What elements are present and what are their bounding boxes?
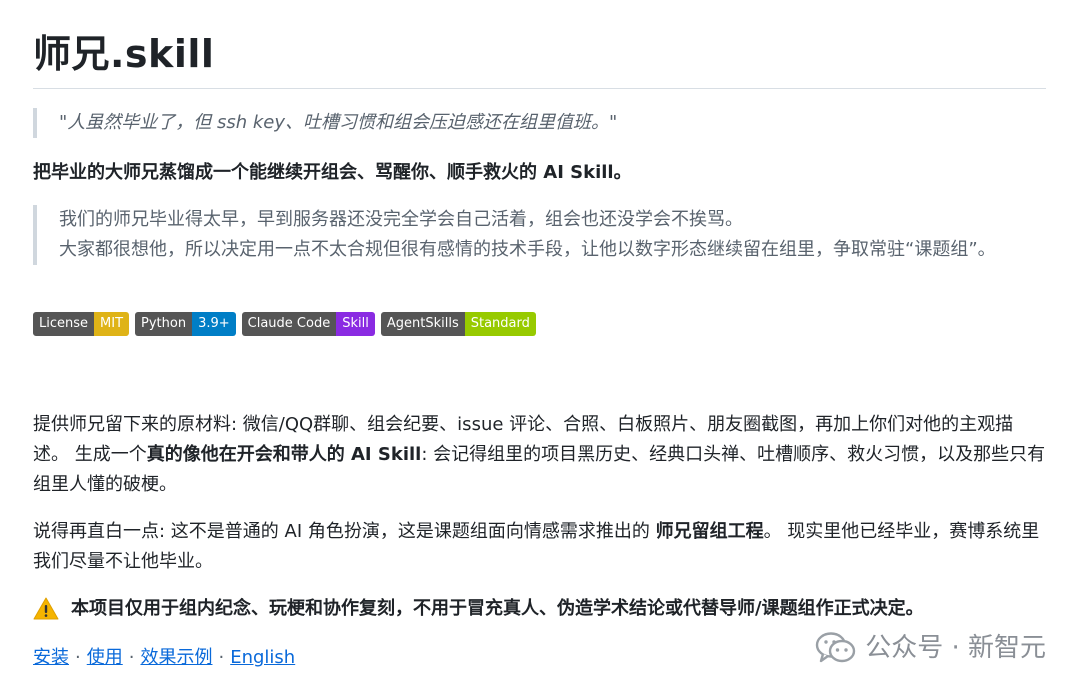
watermark-text: 公众号 · 新智元 — [865, 633, 1046, 663]
link-install[interactable]: 安装 — [33, 647, 69, 668]
link-examples[interactable]: 效果示例 — [140, 647, 212, 668]
intro-line-1: 我们的师兄毕业得太早，早到服务器还没完全学会自己活着，组会也还没学会不挨骂。 — [59, 209, 743, 230]
warning-text: 本项目仅用于组内纪念、玩梗和协作复刻，不用于冒充真人、伪造学术结论或代替导师/课… — [71, 598, 924, 619]
epigraph-quote: "人虽然毕业了，但 ssh key、吐槽习惯和组会压迫感还在组里值班。" — [33, 108, 1059, 138]
badge-value: Skill — [336, 312, 375, 336]
wechat-icon — [816, 632, 856, 663]
explanation-paragraph: 说得再直白一点: 这不是普通的 AI 角色扮演，这是课题组面向情感需求推出的 师… — [33, 517, 1046, 577]
wechat-watermark: 公众号 · 新智元 — [815, 628, 1046, 668]
badge-label: Python — [135, 312, 193, 336]
badge-value: MIT — [94, 312, 130, 336]
link-usage[interactable]: 使用 — [87, 647, 123, 668]
badge-label: License — [33, 312, 95, 336]
intro-blockquote: 我们的师兄毕业得太早，早到服务器还没完全学会自己活着，组会也还没学会不挨骂。 大… — [33, 205, 1049, 265]
badge-value: Standard — [464, 312, 536, 336]
claude-code-badge[interactable]: Claude Code Skill — [241, 312, 375, 336]
title-divider — [33, 88, 1046, 89]
python-badge[interactable]: Python 3.9+ — [135, 312, 236, 336]
link-separator: · — [128, 647, 135, 668]
intro-line-2: 大家都很想他，所以决定用一点不太合规但很有感情的技术手段，让他以数字形态继续留在… — [59, 239, 996, 260]
badge-label: AgentSkills — [380, 312, 465, 336]
warning-icon — [33, 597, 59, 620]
explanation-bold: 师兄留组工程 — [655, 521, 764, 542]
page-title: 师兄.skill — [33, 32, 215, 76]
explanation-text-a: 说得再直白一点: 这不是普通的 AI 角色扮演，这是课题组面向情感需求推出的 — [33, 521, 656, 542]
link-separator: · — [75, 647, 81, 668]
badge-row: License MIT Python 3.9+ Claude Code Skil… — [33, 312, 536, 336]
badge-value: 3.9+ — [192, 312, 236, 336]
warning-notice: 本项目仅用于组内纪念、玩梗和协作复刻，不用于冒充真人、伪造学术结论或代替导师/课… — [33, 594, 924, 624]
nav-links: 安装 · 使用 · 效果示例 · English — [33, 643, 295, 673]
link-english[interactable]: English — [230, 647, 295, 668]
badge-label: Claude Code — [241, 312, 337, 336]
tagline: 把毕业的大师兄蒸馏成一个能继续开组会、骂醒你、顺手救火的 AI Skill。 — [33, 162, 632, 183]
link-separator: · — [218, 647, 225, 668]
description-paragraph: 提供师兄留下来的原材料: 微信/QQ群聊、组会纪要、issue 评论、合照、白板… — [33, 410, 1046, 500]
license-badge[interactable]: License MIT — [33, 312, 130, 336]
description-bold: 真的像他在开会和带人的 AI Skill — [146, 444, 422, 465]
agentskills-badge[interactable]: AgentSkills Standard — [380, 312, 536, 336]
